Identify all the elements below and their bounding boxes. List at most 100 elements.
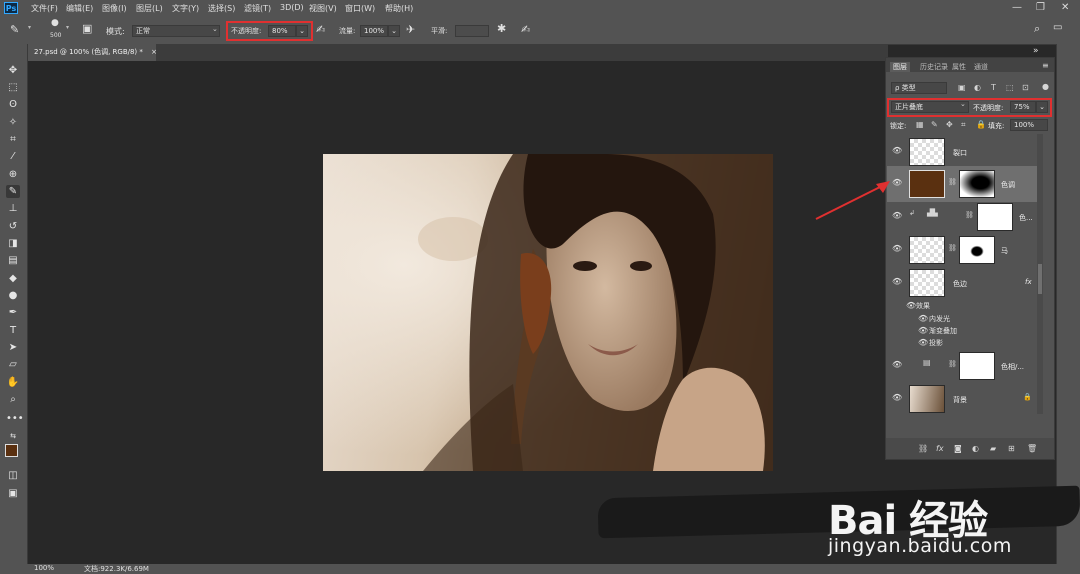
layer-row-selected[interactable]: 👁 ⛓ 色调 <box>887 166 1037 202</box>
layer-mask-thumbnail[interactable] <box>959 352 995 380</box>
close-tab-icon[interactable]: × <box>151 48 157 56</box>
menu-image[interactable]: 图像(I) <box>102 3 127 14</box>
brush-preset-icon[interactable]: ● <box>51 18 59 28</box>
magic-wand-icon[interactable]: ✧ <box>6 116 20 129</box>
panel-menu-icon[interactable]: ≡ <box>1042 61 1049 70</box>
scrollbar-thumb[interactable] <box>1038 264 1042 294</box>
lock-artboard-icon[interactable]: ⌗ <box>961 120 966 130</box>
menu-layer[interactable]: 图层(L) <box>136 3 163 14</box>
filter-smart-object-icon[interactable]: ⊡ <box>1022 83 1029 92</box>
pressure-size-icon[interactable]: ✍ <box>521 23 530 36</box>
new-adjustment-icon[interactable]: ◐ <box>972 444 979 453</box>
menu-edit[interactable]: 编辑(E) <box>66 3 93 14</box>
add-style-fx-icon[interactable]: fx <box>936 444 944 453</box>
gear-icon[interactable]: ✱ <box>497 22 506 35</box>
type-tool-icon[interactable]: T <box>6 324 20 337</box>
tab-layers[interactable]: 图层 <box>890 62 910 72</box>
blend-mode-select[interactable]: 正片叠底 <box>891 101 969 113</box>
close-icon[interactable]: ✕ <box>1061 2 1069 13</box>
visibility-eye-icon[interactable]: 👁 <box>918 338 928 347</box>
visibility-eye-icon[interactable]: 👁 <box>892 146 902 155</box>
visibility-eye-icon[interactable]: 👁 <box>892 360 902 369</box>
layer-mask-thumbnail[interactable] <box>977 203 1013 231</box>
menu-help[interactable]: 帮助(H) <box>385 3 413 14</box>
link-icon[interactable]: ⛓ <box>965 211 974 219</box>
layer-row[interactable]: 👁 ⛓ 马 <box>887 232 1037 268</box>
gradient-tool-icon[interactable]: ▤ <box>6 254 20 267</box>
history-brush-icon[interactable]: ↺ <box>6 220 20 233</box>
visibility-eye-icon[interactable]: 👁 <box>918 314 928 323</box>
fill-input[interactable]: 100% <box>1010 119 1048 131</box>
tab-channels[interactable]: 通道 <box>974 62 988 72</box>
menu-type[interactable]: 文字(Y) <box>172 3 199 14</box>
visibility-eye-icon[interactable]: 👁 <box>906 301 916 310</box>
collapse-panels-icon[interactable]: » <box>1033 46 1039 56</box>
layer-opacity-input[interactable]: 75% <box>1010 101 1036 113</box>
layer-row[interactable]: 👁 背景 🔒 <box>887 381 1037 417</box>
menu-view[interactable]: 视图(V) <box>309 3 337 14</box>
opacity-input[interactable]: 80% <box>268 25 296 37</box>
screen-mode-icon[interactable]: ▣ <box>6 487 20 500</box>
link-icon[interactable]: ⛓ <box>948 244 957 252</box>
brush-panel-icon[interactable]: ▣ <box>82 22 92 35</box>
clone-stamp-icon[interactable]: ⊥ <box>6 202 20 215</box>
move-tool-icon[interactable]: ✥ <box>6 64 20 77</box>
eraser-icon[interactable]: ◨ <box>6 237 20 250</box>
mode-select[interactable]: 正常 <box>132 25 220 37</box>
kind-filter-select[interactable]: ρ 类型 <box>891 82 947 94</box>
link-icon[interactable]: ⛓ <box>948 360 957 368</box>
flow-dropdown[interactable]: ⌄ <box>388 25 400 37</box>
link-icon[interactable]: ⛓ <box>948 178 957 186</box>
add-mask-icon[interactable]: ◙ <box>954 444 962 453</box>
menu-select[interactable]: 选择(S) <box>208 3 235 14</box>
visibility-eye-icon[interactable]: 👁 <box>892 244 902 253</box>
visibility-eye-icon[interactable]: 👁 <box>892 393 902 402</box>
fx-icon[interactable]: fx <box>1025 278 1032 286</box>
hand-tool-icon[interactable]: ✋ <box>6 376 20 389</box>
menu-file[interactable]: 文件(F) <box>31 3 58 14</box>
workspace-icon[interactable]: ▭ <box>1053 22 1062 33</box>
flow-input[interactable]: 100% <box>360 25 388 37</box>
link-layers-icon[interactable]: ⛓ <box>918 444 928 453</box>
opacity-dropdown[interactable]: ⌄ <box>296 25 308 37</box>
visibility-eye-icon[interactable]: 👁 <box>892 277 902 286</box>
layer-row[interactable]: 👁 色边 fx <box>887 265 1037 301</box>
lock-position-icon[interactable]: ✥ <box>946 120 953 129</box>
zoom-level[interactable]: 100% <box>34 564 54 572</box>
minimize-icon[interactable]: — <box>1012 2 1022 13</box>
tab-properties[interactable]: 属性 <box>952 62 966 72</box>
lasso-tool-icon[interactable]: ʘ <box>6 98 20 111</box>
filter-adjustment-icon[interactable]: ◐ <box>974 83 981 92</box>
filter-type-icon[interactable]: T <box>991 83 996 92</box>
filter-shape-icon[interactable]: ⬚ <box>1006 83 1014 92</box>
trash-icon[interactable]: 🗑 <box>1027 444 1037 453</box>
more-tools-icon[interactable]: ••• <box>6 412 24 425</box>
effect-item[interactable]: 渐变叠加 <box>929 326 957 336</box>
new-layer-icon[interactable]: ⊞ <box>1008 444 1015 453</box>
airbrush-icon[interactable]: ✈ <box>406 23 415 36</box>
layer-row[interactable]: 👁 裂口 <box>887 134 1037 170</box>
swap-colors-icon[interactable]: ⇆ <box>6 430 20 443</box>
chevron-down-icon[interactable]: ⌄ <box>212 25 218 33</box>
foreground-color-swatch[interactable] <box>5 444 18 457</box>
quick-mask-icon[interactable]: ◫ <box>6 469 20 482</box>
brush-tool-icon[interactable]: ✎ <box>10 23 19 36</box>
tab-history[interactable]: 历史记录 <box>920 62 948 72</box>
chevron-down-icon[interactable]: ▾ <box>28 24 31 31</box>
layers-scrollbar[interactable] <box>1037 134 1043 414</box>
lock-transparent-icon[interactable]: ▦ <box>916 120 924 129</box>
document-info[interactable]: 文档:922.3K/6.69M <box>84 564 149 574</box>
search-icon[interactable]: ⌕ <box>1034 22 1040 36</box>
layer-opacity-dropdown[interactable]: ⌄ <box>1036 101 1048 113</box>
healing-brush-icon[interactable]: ⊕ <box>6 168 20 181</box>
chevron-down-icon[interactable]: ▾ <box>66 24 69 31</box>
new-group-icon[interactable]: ▰ <box>990 444 996 453</box>
dodge-tool-icon[interactable]: ● <box>6 289 20 302</box>
restore-icon[interactable]: ❐ <box>1036 2 1045 13</box>
zoom-tool-icon[interactable]: ⌕ <box>6 393 20 406</box>
eyedropper-icon[interactable]: ⁄ <box>6 150 20 163</box>
crop-tool-icon[interactable]: ⌗ <box>6 133 20 146</box>
shape-tool-icon[interactable]: ▱ <box>6 358 20 371</box>
path-selection-icon[interactable]: ➤ <box>6 341 20 354</box>
effect-item[interactable]: 内发光 <box>929 314 950 324</box>
